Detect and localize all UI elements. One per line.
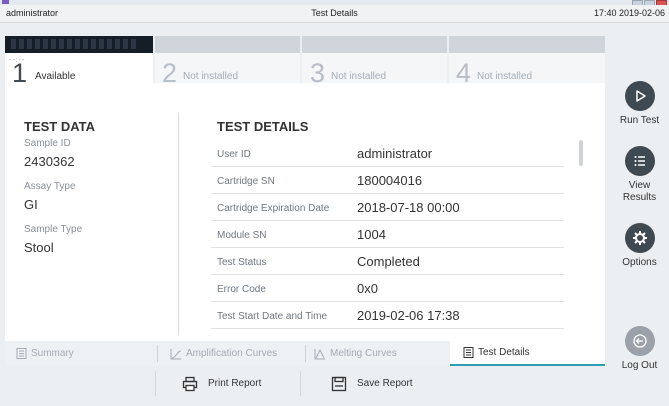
module-status-label: Available (35, 71, 76, 82)
run-test-button[interactable]: Run Test (610, 81, 669, 127)
tab-amplification-curves[interactable]: Amplification Curves (170, 341, 310, 366)
table-row: Test Start Date and Time 2019-02-06 17:38 (211, 302, 564, 329)
save-report-button[interactable]: Save Report (300, 371, 445, 396)
sample-type-label: Sample Type (24, 224, 83, 235)
table-row: Module SN 1004 (211, 221, 564, 248)
module-status-label: Not installed (477, 71, 533, 82)
module-progress-bar (5, 36, 153, 53)
view-results-button[interactable]: View Results (610, 146, 669, 204)
datetime: 17:40 2019-02-06 (593, 8, 665, 18)
assay-type-label: Assay Type (24, 181, 76, 192)
options-label: Options (622, 257, 657, 268)
sample-id-value: 2430362 (24, 154, 75, 169)
table-row: Error Code 0x0 (211, 275, 564, 302)
test-details-table: User ID administrator Cartridge SN 1800040… (211, 140, 564, 329)
print-report-label: Print Report (208, 378, 262, 389)
play-icon (624, 81, 655, 111)
list-icon (624, 146, 655, 176)
test-details-icon (462, 347, 474, 359)
log-out-label: Log Out (621, 360, 658, 371)
tab-melting-curves-label: Melting Curves (330, 348, 397, 359)
app-icon (2, 0, 9, 4)
table-row: Cartridge SN 180004016 (211, 167, 564, 194)
test-details-title: TEST DETAILS (217, 119, 309, 134)
tab-amplification-curves-label: Amplification Curves (186, 348, 278, 359)
module-status-label: Not installed (331, 71, 387, 82)
view-results-label-line1: View (628, 180, 651, 191)
test-data-title: TEST DATA (24, 119, 96, 134)
save-icon (331, 376, 347, 392)
logout-icon (624, 326, 655, 356)
panel-divider (178, 113, 179, 335)
options-button[interactable]: Options (610, 223, 669, 269)
action-bar: Print Report Save Report (0, 366, 610, 406)
melting-curves-icon (314, 348, 326, 360)
module-tab-1[interactable]: --:-- (5, 36, 153, 83)
tab-melting-curves[interactable]: Melting Curves (314, 341, 454, 366)
view-tabs: Summary Amplification Curves Melting Cur… (5, 341, 605, 366)
amplification-curves-icon (170, 348, 182, 360)
table-row: Test Status Completed (211, 248, 564, 275)
tab-test-details-label: Test Details (478, 347, 530, 358)
table-row: User ID administrator (211, 140, 564, 167)
tab-summary-label: Summary (31, 348, 74, 359)
tab-summary[interactable]: Summary (15, 341, 160, 366)
view-results-label-line2: Results (622, 192, 657, 203)
details-scrollbar[interactable] (579, 140, 583, 166)
tab-test-details[interactable]: Test Details (450, 341, 605, 366)
assay-type-value: GI (24, 197, 38, 212)
save-report-label: Save Report (357, 378, 413, 389)
page-title: Test Details (311, 8, 358, 18)
sidebar: Run Test View Results Options Log Out (610, 23, 669, 406)
log-out-button[interactable]: Log Out (610, 326, 669, 372)
run-test-label: Run Test (619, 115, 660, 126)
sample-id-label: Sample ID (24, 138, 71, 149)
sample-type-value: Stool (24, 240, 54, 255)
summary-icon (15, 348, 27, 360)
printer-icon (182, 376, 198, 392)
print-report-button[interactable]: Print Report (155, 371, 300, 396)
gear-icon (624, 223, 655, 253)
module-status-label: Not installed (183, 71, 239, 82)
header-bar: administrator Test Details 17:40 2019-02… (0, 5, 669, 23)
table-row: Cartridge Expiration Date 2018-07-18 00:0… (211, 194, 564, 221)
